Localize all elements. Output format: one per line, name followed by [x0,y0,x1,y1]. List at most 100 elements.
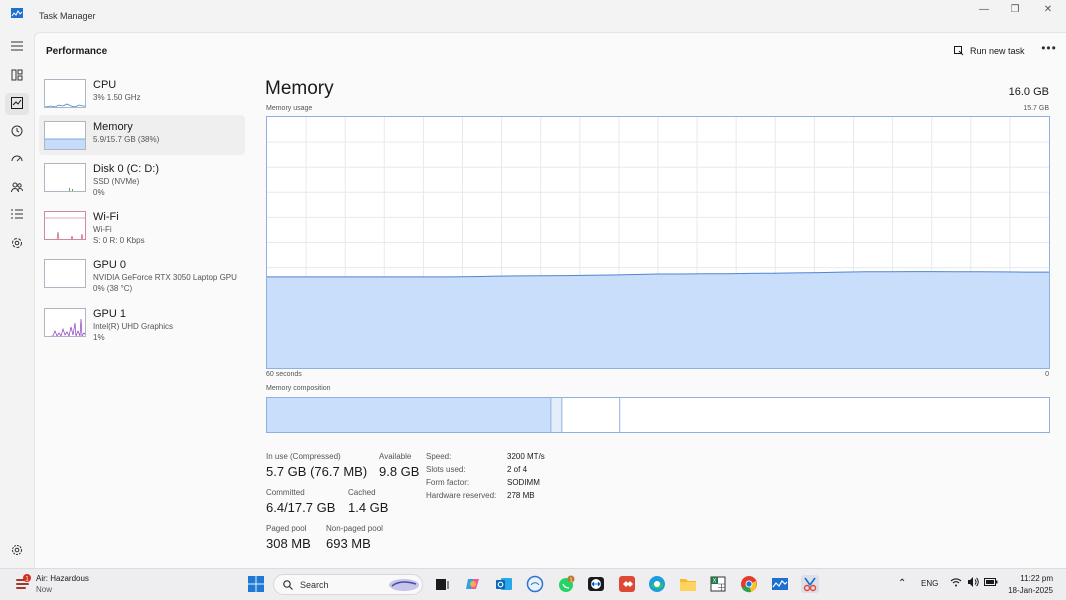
nav-users[interactable] [5,177,29,199]
nav-app-history[interactable] [5,121,29,143]
memory-total: 16.0 GB [1008,86,1049,98]
device-detail-2: 0% (38 °C) [93,284,133,293]
details-icon [11,209,23,219]
committed-label: Committed [266,488,305,497]
device-disk[interactable]: Disk 0 (C: D:) SSD (NVMe) 0% [39,157,245,197]
taskbar-search[interactable]: Search [273,574,423,595]
excel-button[interactable]: X [709,575,727,593]
app-circle-button[interactable] [526,575,544,593]
device-detail: 3% 1.50 GHz [93,93,141,102]
memory-usage-svg [267,117,1049,368]
nav-performance[interactable] [5,93,29,115]
memory-composition-label: Memory composition [266,385,331,392]
settings-icon [12,545,22,555]
svg-text:X: X [712,579,716,585]
windows-start-icon [248,576,264,592]
nav-details[interactable] [5,205,29,227]
task-view-button[interactable] [433,575,451,593]
composition-modified [550,398,562,432]
device-memory[interactable]: Memory 5.9/15.7 GB (38%) [39,115,245,155]
memory-title: Memory [265,78,334,99]
teamviewer-button[interactable] [587,575,605,593]
services-icon [12,238,22,248]
nav-startup-apps[interactable] [5,149,29,171]
snipping-tool-button[interactable] [801,575,819,593]
cpu-thumbnail [44,79,86,108]
device-detail: NVIDIA GeForce RTX 3050 Laptop GPU [93,273,237,282]
paged-pool-value: 308 MB [266,536,311,551]
outlook-button[interactable] [495,575,513,593]
device-name: GPU 1 [93,308,127,320]
device-detail-2: 1% [93,333,105,342]
startup-apps-icon [11,155,23,162]
app-history-icon [11,125,23,137]
task-manager-icon [772,578,788,590]
run-new-task-button[interactable]: Run new task [954,42,1025,60]
device-gpu0[interactable]: GPU 0 NVIDIA GeForce RTX 3050 Laptop GPU… [39,253,245,293]
device-name: CPU [93,79,117,91]
more-options-button[interactable]: ••• [1039,41,1059,59]
memory-usage-chart [266,116,1050,369]
device-wifi[interactable]: Wi-Fi Wi-Fi S: 0 R: 0 Kbps [39,205,245,245]
device-detail-2: S: 0 R: 0 Kbps [93,236,145,245]
outlook-icon [496,578,512,590]
memory-thumbnail [44,121,86,150]
battery-button[interactable] [984,576,998,590]
nav-services[interactable] [5,233,29,255]
anydesk-icon [619,576,635,592]
clock-time: 11:22 pm [1020,574,1053,583]
chrome-button[interactable] [740,575,758,593]
device-gpu1[interactable]: GPU 1 Intel(R) UHD Graphics 1% [39,302,245,342]
show-hidden-icons-button[interactable]: ⌃ [898,578,906,589]
disk-thumbnail [44,163,86,192]
chart-zero-label: 0 [1045,371,1049,378]
copilot-button[interactable] [464,575,482,593]
device-name: GPU 0 [93,259,127,271]
title-bar: Task Manager — ❐ ✕ [0,0,1066,32]
device-cpu[interactable]: CPU 3% 1.50 GHz [39,73,245,113]
network-button[interactable] [950,576,962,590]
battery-icon [984,578,998,586]
wifi-icon [950,578,962,587]
non-paged-pool-label: Non-paged pool [326,524,383,533]
slots-used-value: 2 of 4 [507,465,528,474]
volume-button[interactable] [967,576,979,590]
cached-label: Cached [348,488,376,497]
search-icon [283,580,293,590]
hardware-reserved-value: 278 MB [507,491,535,500]
speaker-icon [968,577,979,587]
in-use-value: 5.7 GB (76.7 MB) [266,464,368,479]
memory-usage-area [267,271,1049,368]
file-explorer-button[interactable] [679,575,697,593]
gpu1-thumbnail [44,308,86,337]
language-indicator[interactable]: ENG [921,579,938,588]
restore-button[interactable]: ❐ [997,0,1033,20]
anydesk-button[interactable] [618,575,636,593]
edge-button[interactable] [648,575,666,593]
paged-pool-label: Paged pool [266,524,307,533]
whatsapp-badge: 1 [569,577,572,583]
composition-in-use [267,398,551,432]
task-manager-taskbar-button[interactable] [771,575,789,593]
task-view-icon [436,579,449,590]
nav-settings[interactable] [5,540,29,562]
available-label: Available [379,452,412,461]
start-button[interactable] [247,575,265,593]
nav-processes[interactable] [5,65,29,87]
device-name: Wi-Fi [93,211,119,223]
gpu0-thumbnail [44,259,86,288]
hamburger-menu-icon [11,41,23,51]
cached-value: 1.4 GB [348,500,389,515]
hamburger-menu-button[interactable] [5,37,29,59]
search-highlight-icon [389,579,419,591]
window-title: Task Manager [39,11,96,21]
memory-composition-bar [266,397,1050,433]
page-title: Performance [46,46,108,57]
minimize-icon: — [979,4,989,15]
device-detail: Intel(R) UHD Graphics [93,322,174,331]
close-button[interactable]: ✕ [1030,0,1066,20]
whatsapp-button[interactable]: 1 [557,575,575,593]
device-detail: 5.9/15.7 GB (38%) [93,135,160,144]
chevron-up-icon: ⌃ [898,578,907,589]
device-name: Memory [93,121,133,133]
